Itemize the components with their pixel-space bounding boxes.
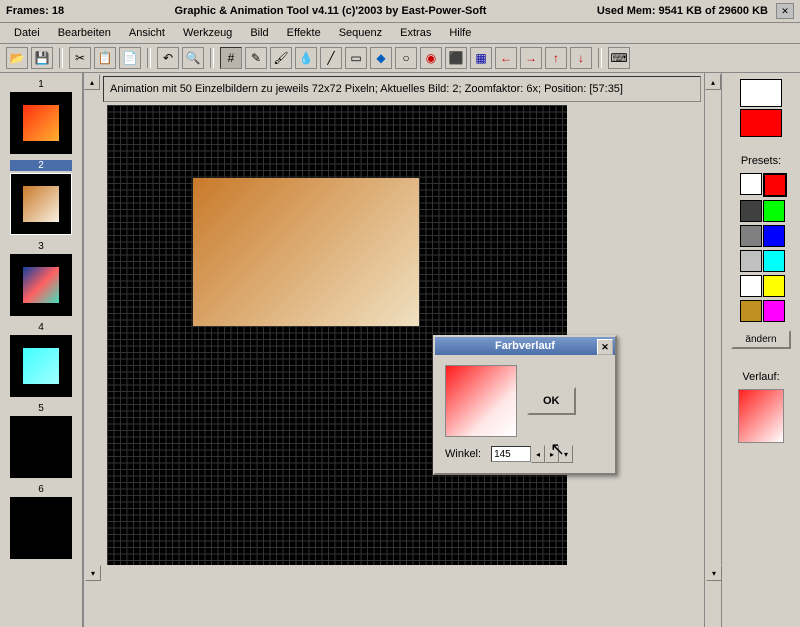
filled-rect-icon[interactable]: ◆ — [370, 47, 392, 69]
preset-swatch[interactable] — [740, 225, 762, 247]
fill-icon[interactable]: ⬛ — [445, 47, 467, 69]
frame-label[interactable]: 6 — [10, 484, 72, 495]
frames-count: Frames: 18 — [6, 5, 64, 17]
status-bar: Animation mit 50 Einzelbildern zu jeweil… — [103, 76, 701, 102]
gradient-swatch[interactable] — [738, 389, 784, 443]
angle-dropdown-icon[interactable]: ▾ — [559, 445, 573, 463]
preset-swatch[interactable] — [740, 250, 762, 272]
pencil-icon[interactable]: ✎ — [245, 47, 267, 69]
frame-label[interactable]: 5 — [10, 403, 72, 414]
toolbar: 📂 💾 ✂ 📋 📄 ↶ 🔍 # ✎ 🖌 💧 ╱ ▭ ◆ ○ ◉ ⬛ ▦ ← → … — [0, 44, 800, 73]
preset-swatch[interactable] — [740, 300, 762, 322]
status-text: Animation mit 50 Einzelbildern zu jeweil… — [110, 83, 623, 95]
line-icon[interactable]: ╱ — [320, 47, 342, 69]
arrow-right-icon[interactable]: → — [520, 47, 542, 69]
brush-icon[interactable]: 🖌 — [270, 47, 292, 69]
dialog-title: Farbverlauf — [495, 340, 555, 352]
verlauf-label: Verlauf: — [742, 371, 779, 383]
preset-swatch[interactable] — [740, 275, 762, 297]
title-bar: Frames: 18 Graphic & Animation Tool v4.1… — [0, 0, 800, 23]
memory-usage: Used Mem: 9541 KB of 29600 KB — [597, 5, 768, 17]
copy-icon[interactable]: 📋 — [94, 47, 116, 69]
app-title: Graphic & Animation Tool v4.11 (c)'2003 … — [64, 5, 597, 17]
frame-strip: 1 2 3 4 5 6 — [0, 73, 83, 627]
select-icon[interactable]: ▦ — [470, 47, 492, 69]
zoom-icon[interactable]: 🔍 — [182, 47, 204, 69]
gradient-preview — [445, 365, 517, 437]
arrow-up-icon[interactable]: ↑ — [545, 47, 567, 69]
frame-thumb-1[interactable] — [10, 92, 72, 154]
frame-thumb-3[interactable] — [10, 254, 72, 316]
angle-input[interactable] — [491, 446, 531, 462]
toolbar-separator — [210, 48, 214, 68]
preset-swatch[interactable] — [763, 173, 787, 197]
preset-swatch[interactable] — [740, 173, 762, 195]
window-close-button[interactable]: ✕ — [776, 3, 794, 19]
rect-icon[interactable]: ▭ — [345, 47, 367, 69]
frame-thumb-2[interactable] — [10, 173, 72, 235]
presets-label: Presets: — [741, 155, 781, 167]
preset-swatch[interactable] — [763, 300, 785, 322]
color-panel: Presets: ändern Verlauf: — [721, 73, 800, 627]
arrow-down-icon[interactable]: ↓ — [570, 47, 592, 69]
scroll-down-icon[interactable]: ▾ — [706, 565, 722, 581]
frame-label-selected[interactable]: 2 — [10, 160, 72, 171]
angle-label: Winkel: — [445, 448, 481, 460]
dialog-titlebar[interactable]: Farbverlauf ✕ — [435, 337, 615, 355]
eyedropper-icon[interactable]: 💧 — [295, 47, 317, 69]
frame-label[interactable]: 4 — [10, 322, 72, 333]
gradient-dialog: Farbverlauf ✕ OK Winkel: ◂ ▸ ▾ — [433, 335, 617, 475]
preset-swatch[interactable] — [740, 200, 762, 222]
menu-werkzeug[interactable]: Werkzeug — [175, 25, 240, 41]
change-button[interactable]: ändern — [731, 330, 791, 349]
preset-grid — [740, 173, 783, 322]
frame-thumb-4[interactable] — [10, 335, 72, 397]
scroll-up-icon[interactable]: ▴ — [705, 74, 721, 90]
ok-button[interactable]: OK — [527, 387, 576, 415]
toolbar-separator — [59, 48, 63, 68]
save-icon[interactable]: 💾 — [31, 47, 53, 69]
menu-ansicht[interactable]: Ansicht — [121, 25, 173, 41]
preset-swatch[interactable] — [763, 225, 785, 247]
toolbar-separator — [598, 48, 602, 68]
angle-decrement-icon[interactable]: ◂ — [531, 445, 545, 463]
menu-bild[interactable]: Bild — [242, 25, 276, 41]
ellipse-icon[interactable]: ○ — [395, 47, 417, 69]
preset-swatch[interactable] — [763, 250, 785, 272]
paste-icon[interactable]: 📄 — [119, 47, 141, 69]
menu-effekte[interactable]: Effekte — [279, 25, 329, 41]
scroll-down-icon[interactable]: ▾ — [85, 565, 101, 581]
foreground-color[interactable] — [740, 79, 782, 107]
menu-bearbeiten[interactable]: Bearbeiten — [50, 25, 119, 41]
gradient-icon[interactable]: ◉ — [420, 47, 442, 69]
toolbar-separator — [147, 48, 151, 68]
frame-label[interactable]: 3 — [10, 241, 72, 252]
angle-increment-icon[interactable]: ▸ — [545, 445, 559, 463]
frame-thumb-5[interactable] — [10, 416, 72, 478]
frame-thumb-6[interactable] — [10, 497, 72, 559]
arrow-left-icon[interactable]: ← — [495, 47, 517, 69]
preset-swatch[interactable] — [763, 275, 785, 297]
gradient-preview-on-canvas — [193, 178, 419, 326]
preset-swatch[interactable] — [763, 200, 785, 222]
menu-sequenz[interactable]: Sequenz — [331, 25, 390, 41]
canvas[interactable]: Farbverlauf ✕ OK Winkel: ◂ ▸ ▾ — [103, 105, 701, 624]
grid-icon[interactable]: # — [220, 47, 242, 69]
frame-scrollbar[interactable]: ▴ ▾ — [83, 73, 100, 627]
open-icon[interactable]: 📂 — [6, 47, 28, 69]
menu-hilfe[interactable]: Hilfe — [441, 25, 479, 41]
frame-label[interactable]: 1 — [10, 79, 72, 90]
undo-icon[interactable]: ↶ — [157, 47, 179, 69]
keyboard-icon[interactable]: ⌨ — [608, 47, 630, 69]
menu-bar: Datei Bearbeiten Ansicht Werkzeug Bild E… — [0, 23, 800, 44]
cut-icon[interactable]: ✂ — [69, 47, 91, 69]
background-color[interactable] — [740, 109, 782, 137]
dialog-close-button[interactable]: ✕ — [597, 339, 613, 355]
scroll-up-icon[interactable]: ▴ — [84, 74, 100, 90]
canvas-scrollbar[interactable]: ▴ ▾ — [704, 73, 721, 627]
menu-extras[interactable]: Extras — [392, 25, 439, 41]
menu-datei[interactable]: Datei — [6, 25, 48, 41]
